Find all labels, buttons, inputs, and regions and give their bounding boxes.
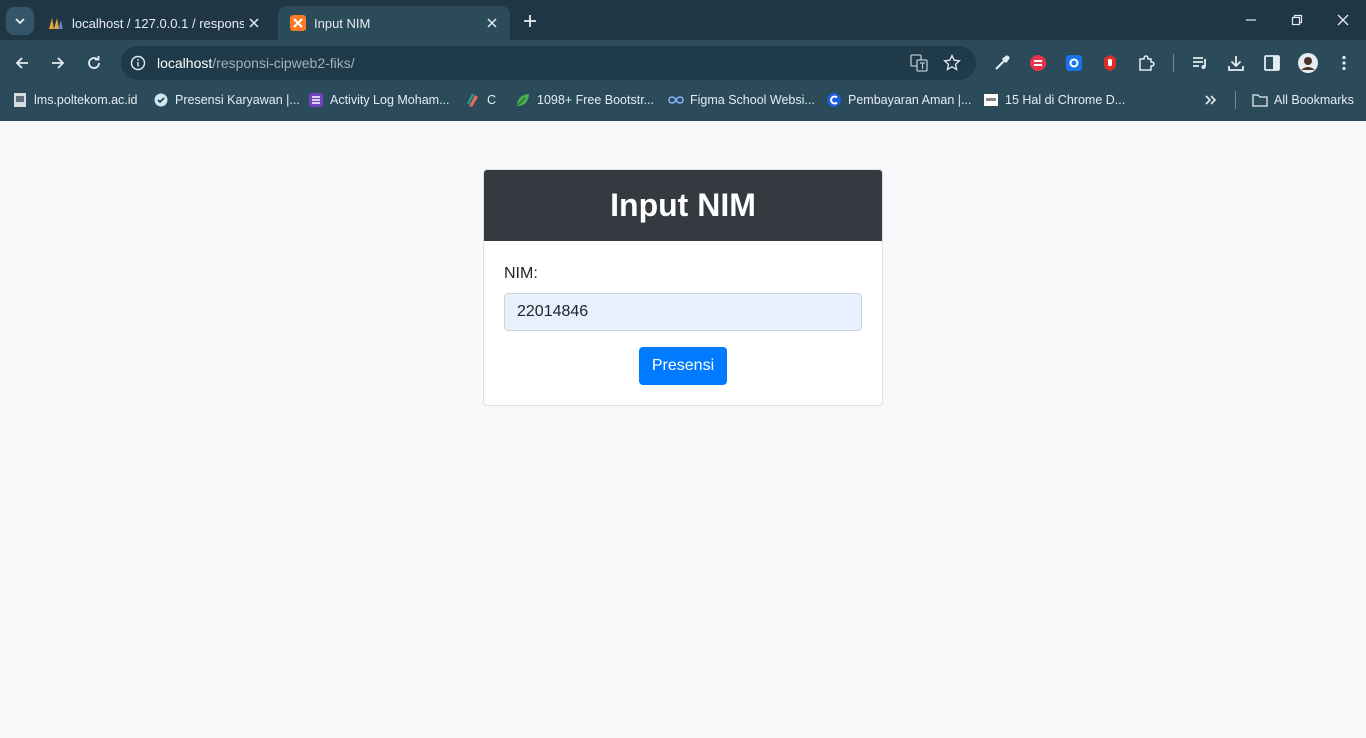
bookmarks-bar: lms.poltekom.ac.id Presensi Karyawan |..…	[0, 86, 1366, 114]
nim-card: Input NIM NIM: Presensi	[483, 169, 883, 406]
forward-button[interactable]	[44, 49, 72, 77]
url-path: /responsi-cipweb2-fiks/	[212, 55, 355, 71]
more-bookmarks-button[interactable]	[1204, 90, 1218, 110]
bookmark-label: lms.poltekom.ac.id	[34, 93, 138, 107]
bookmark-chrome-hal[interactable]: 15 Hal di Chrome D...	[983, 90, 1125, 110]
minimize-icon	[1246, 19, 1256, 21]
tab-phpmyadmin[interactable]: localhost / 127.0.0.1 / responsi_	[36, 6, 272, 40]
reload-button[interactable]	[80, 49, 108, 77]
page-icon	[12, 92, 28, 108]
close-icon	[1337, 14, 1349, 26]
tab-search-button[interactable]	[6, 7, 34, 35]
nim-input[interactable]	[504, 293, 862, 331]
tab-title: localhost / 127.0.0.1 / responsi_	[72, 15, 244, 31]
restore-icon	[1291, 14, 1303, 26]
bookmark-bootstrap[interactable]: 1098+ Free Bootstr...	[515, 90, 654, 110]
c-logo-icon	[826, 92, 842, 108]
page-title: Input NIM	[610, 187, 756, 223]
tab-strip: localhost / 127.0.0.1 / responsi_ Input …	[0, 0, 1366, 40]
side-panel-icon[interactable]	[1261, 52, 1283, 74]
presensi-button[interactable]: Presensi	[638, 347, 728, 385]
back-button[interactable]	[8, 49, 36, 77]
chevron-down-icon	[15, 18, 25, 25]
pen-icon	[465, 92, 481, 108]
toolbar-separator	[1173, 54, 1174, 72]
bookmark-label: 1098+ Free Bootstr...	[537, 93, 655, 107]
leaf-icon	[515, 92, 531, 108]
address-url: localhost/responsi-cipweb2-fiks/	[157, 55, 355, 71]
check-circle-icon	[153, 92, 169, 108]
xampp-icon	[290, 15, 306, 31]
bookmark-label: 15 Hal di Chrome D...	[1005, 93, 1126, 107]
arrow-right-icon	[52, 57, 65, 69]
eyedropper-extension-icon[interactable]	[991, 52, 1013, 74]
translate-icon[interactable]	[910, 54, 928, 72]
new-tab-button[interactable]	[518, 9, 542, 33]
more-menu-icon[interactable]	[1333, 52, 1355, 74]
card-body: NIM: Presensi	[484, 265, 882, 385]
list-icon	[308, 92, 324, 108]
bookmark-label: Activity Log Moham...	[330, 93, 450, 107]
tab-title: Input NIM	[314, 15, 371, 31]
address-bar[interactable]: localhost/responsi-cipweb2-fiks/	[121, 46, 976, 80]
card-header: Input NIM	[484, 170, 882, 241]
bookmark-label: C	[487, 93, 497, 107]
extensions-puzzle-icon[interactable]	[1135, 52, 1157, 74]
hand-stop-extension-icon[interactable]	[1099, 52, 1121, 74]
url-host: localhost	[157, 55, 213, 71]
arrow-left-icon	[15, 57, 28, 69]
site-info-icon[interactable]	[129, 54, 147, 72]
reload-icon	[88, 56, 100, 69]
restore-button[interactable]	[1274, 6, 1320, 34]
download-icon[interactable]	[1225, 52, 1247, 74]
tab-input-nim[interactable]: Input NIM	[278, 6, 510, 40]
close-tab-icon[interactable]	[244, 13, 264, 33]
all-bookmarks-button[interactable]: All Bookmarks	[1252, 90, 1354, 110]
bookmark-star-icon[interactable]	[943, 54, 961, 72]
red-extension-icon[interactable]	[1027, 52, 1049, 74]
phpmyadmin-icon	[48, 15, 64, 31]
plus-icon	[524, 15, 536, 27]
bookmark-label: Figma School Websi...	[690, 93, 815, 107]
profile-avatar[interactable]	[1297, 52, 1319, 74]
blue-gear-extension-icon[interactable]	[1063, 52, 1085, 74]
bookmarks-separator	[1235, 91, 1236, 109]
bookmark-label: Pembayaran Aman |...	[848, 93, 972, 107]
bookmark-lms[interactable]: lms.poltekom.ac.id	[12, 90, 138, 110]
all-bookmarks-label: All Bookmarks	[1274, 93, 1354, 107]
bookmark-figma-school[interactable]: Figma School Websi...	[668, 90, 815, 110]
folder-icon	[1252, 92, 1268, 108]
close-window-button[interactable]	[1320, 6, 1366, 34]
media-queue-icon[interactable]	[1189, 52, 1211, 74]
close-tab-icon[interactable]	[482, 13, 502, 33]
browser-chrome: localhost / 127.0.0.1 / responsi_ Input …	[0, 0, 1366, 121]
infinity-icon	[668, 92, 684, 108]
bookmark-activity-log[interactable]: Activity Log Moham...	[308, 90, 450, 110]
bookmark-label: Presensi Karyawan |...	[175, 93, 300, 107]
button-row: Presensi	[504, 347, 862, 385]
bookmark-presensi-karyawan[interactable]: Presensi Karyawan |...	[153, 90, 300, 110]
minimize-button[interactable]	[1228, 6, 1274, 34]
double-chevron-right-icon	[1205, 95, 1217, 105]
nim-label: NIM:	[504, 265, 538, 282]
browser-toolbar: localhost/responsi-cipweb2-fiks/	[0, 40, 1366, 86]
bookmark-c[interactable]: C	[465, 90, 496, 110]
page-icon	[983, 92, 999, 108]
bookmark-pembayaran[interactable]: Pembayaran Aman |...	[826, 90, 971, 110]
